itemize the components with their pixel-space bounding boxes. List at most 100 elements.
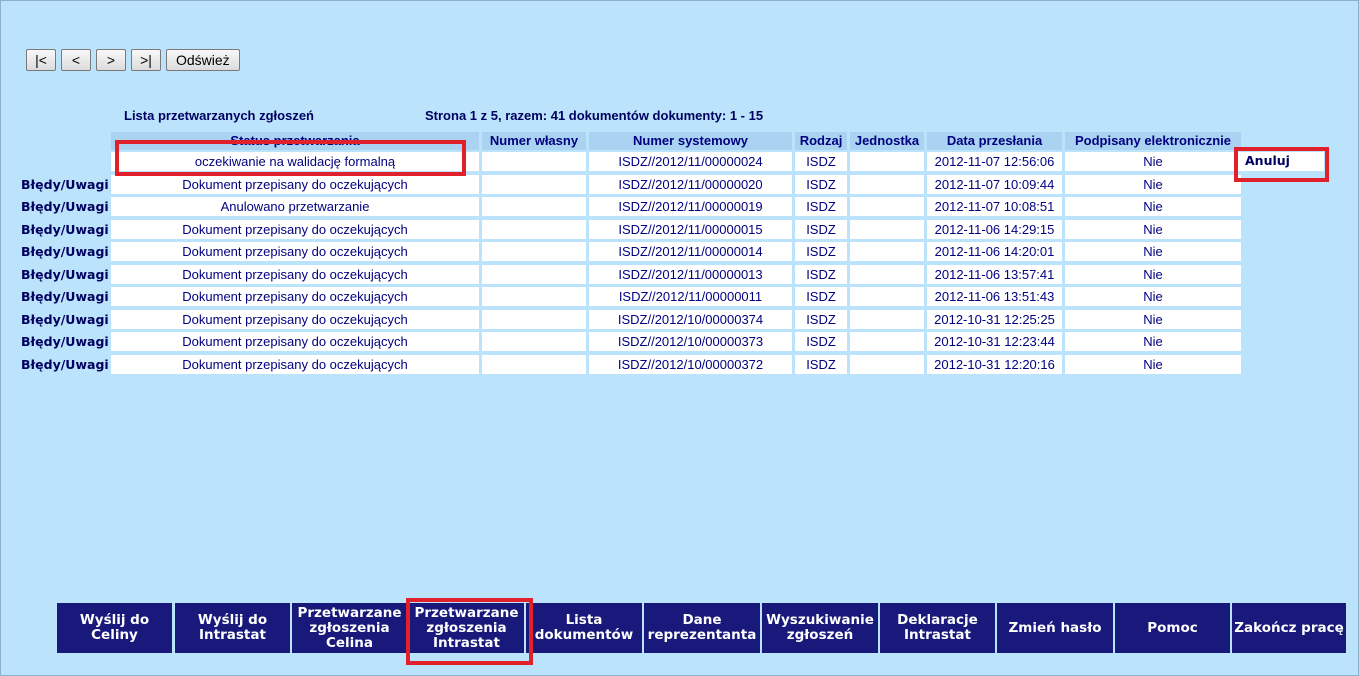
- processed-intrastat-button[interactable]: Przetwarzane zgłoszenia Intrastat: [409, 603, 524, 653]
- type-cell: ISDZ: [795, 242, 847, 261]
- cancel-link[interactable]: Anuluj: [1241, 152, 1324, 171]
- unit-cell: [850, 197, 924, 216]
- page-info: Strona 1 z 5, razem: 41 dokumentów dokum…: [425, 108, 764, 123]
- col-date: Data przesłania: [927, 132, 1062, 150]
- date-cell: 2012-10-31 12:25:25: [927, 310, 1062, 329]
- system-number-cell: ISDZ//2012/11/00000011: [589, 287, 792, 306]
- col-unit: Jednostka: [850, 132, 924, 150]
- unit-cell: [850, 175, 924, 194]
- status-cell: Dokument przepisany do oczekujących: [111, 332, 479, 351]
- date-cell: 2012-11-07 10:08:51: [927, 197, 1062, 216]
- date-cell: 2012-11-06 13:51:43: [927, 287, 1062, 306]
- table-row: oczekiwanie na walidację formalną ISDZ//2…: [1, 152, 1359, 171]
- first-page-button[interactable]: |<: [26, 49, 56, 71]
- errors-link[interactable]: Błędy/Uwagi: [21, 310, 111, 329]
- type-cell: ISDZ: [795, 287, 847, 306]
- next-page-button[interactable]: >: [96, 49, 126, 71]
- table-row: Błędy/Uwagi Dokument przepisany do oczeku…: [1, 242, 1359, 261]
- system-number-cell: ISDZ//2012/11/00000019: [589, 197, 792, 216]
- refresh-button[interactable]: Odśwież: [166, 49, 240, 71]
- system-number-cell: ISDZ//2012/10/00000372: [589, 355, 792, 374]
- col-own-number: Numer własny: [482, 132, 586, 150]
- errors-link[interactable]: Błędy/Uwagi: [21, 355, 111, 374]
- system-number-cell: ISDZ//2012/11/00000024: [589, 152, 792, 171]
- type-cell: ISDZ: [795, 152, 847, 171]
- pager: |< < > >| Odśwież: [26, 49, 240, 71]
- errors-link[interactable]: Błędy/Uwagi: [21, 287, 111, 306]
- unit-cell: [850, 220, 924, 239]
- unit-cell: [850, 287, 924, 306]
- signed-cell: Nie: [1065, 197, 1241, 216]
- own-number-cell: [482, 265, 586, 284]
- date-cell: 2012-11-06 13:57:41: [927, 265, 1062, 284]
- table-header: Status przetwarzania Numer własny Numer …: [1, 132, 1359, 151]
- unit-cell: [850, 355, 924, 374]
- table-row: Błędy/Uwagi Dokument przepisany do oczeku…: [1, 265, 1359, 284]
- col-signed: Podpisany elektronicznie: [1065, 132, 1241, 150]
- change-password-button[interactable]: Zmień hasło: [997, 603, 1113, 653]
- date-cell: 2012-11-07 10:09:44: [927, 175, 1062, 194]
- type-cell: ISDZ: [795, 197, 847, 216]
- list-title: Lista przetwarzanych zgłoszeń: [124, 108, 314, 123]
- own-number-cell: [482, 332, 586, 351]
- date-cell: 2012-11-07 12:56:06: [927, 152, 1062, 171]
- errors-link[interactable]: Błędy/Uwagi: [21, 220, 111, 239]
- status-cell: Dokument przepisany do oczekujących: [111, 220, 479, 239]
- unit-cell: [850, 152, 924, 171]
- unit-cell: [850, 242, 924, 261]
- own-number-cell: [482, 152, 586, 171]
- status-cell: Anulowano przetwarzanie: [111, 197, 479, 216]
- send-intrastat-button[interactable]: Wyślij do Intrastat: [175, 603, 290, 653]
- table-row: Błędy/Uwagi Dokument przepisany do oczeku…: [1, 332, 1359, 351]
- documents-list-button[interactable]: Lista dokumentów: [526, 603, 642, 653]
- own-number-cell: [482, 197, 586, 216]
- type-cell: ISDZ: [795, 175, 847, 194]
- logout-button[interactable]: Zakończ pracę: [1232, 603, 1346, 653]
- table-row: Błędy/Uwagi Anulowano przetwarzanie ISDZ//…: [1, 197, 1359, 216]
- own-number-cell: [482, 175, 586, 194]
- representative-data-button[interactable]: Dane reprezentanta: [644, 603, 760, 653]
- own-number-cell: [482, 310, 586, 329]
- signed-cell: Nie: [1065, 310, 1241, 329]
- col-system-number: Numer systemowy: [589, 132, 792, 150]
- type-cell: ISDZ: [795, 355, 847, 374]
- errors-link[interactable]: Błędy/Uwagi: [21, 332, 111, 351]
- own-number-cell: [482, 220, 586, 239]
- unit-cell: [850, 332, 924, 351]
- search-declarations-button[interactable]: Wyszukiwanie zgłoszeń: [762, 603, 878, 653]
- date-cell: 2012-11-06 14:20:01: [927, 242, 1062, 261]
- system-number-cell: ISDZ//2012/10/00000374: [589, 310, 792, 329]
- intrastat-declarations-button[interactable]: Deklaracje Intrastat: [880, 603, 995, 653]
- system-number-cell: ISDZ//2012/11/00000013: [589, 265, 792, 284]
- col-status: Status przetwarzania: [111, 132, 479, 150]
- own-number-cell: [482, 355, 586, 374]
- status-cell: Dokument przepisany do oczekujących: [111, 242, 479, 261]
- table-row: Błędy/Uwagi Dokument przepisany do oczeku…: [1, 220, 1359, 239]
- table-row: Błędy/Uwagi Dokument przepisany do oczeku…: [1, 310, 1359, 329]
- status-cell: Dokument przepisany do oczekujących: [111, 287, 479, 306]
- own-number-cell: [482, 242, 586, 261]
- signed-cell: Nie: [1065, 265, 1241, 284]
- signed-cell: Nie: [1065, 287, 1241, 306]
- errors-link[interactable]: Błędy/Uwagi: [21, 197, 111, 216]
- date-cell: 2012-10-31 12:20:16: [927, 355, 1062, 374]
- type-cell: ISDZ: [795, 265, 847, 284]
- system-number-cell: ISDZ//2012/11/00000015: [589, 220, 792, 239]
- errors-link[interactable]: Błędy/Uwagi: [21, 175, 111, 194]
- table-row: Błędy/Uwagi Dokument przepisany do oczeku…: [1, 175, 1359, 194]
- errors-link[interactable]: Błędy/Uwagi: [21, 265, 111, 284]
- last-page-button[interactable]: >|: [131, 49, 161, 71]
- prev-page-button[interactable]: <: [61, 49, 91, 71]
- signed-cell: Nie: [1065, 220, 1241, 239]
- errors-link[interactable]: Błędy/Uwagi: [21, 242, 111, 261]
- status-cell: Dokument przepisany do oczekujących: [111, 265, 479, 284]
- type-cell: ISDZ: [795, 220, 847, 239]
- help-button[interactable]: Pomoc: [1115, 603, 1230, 653]
- processed-celina-button[interactable]: Przetwarzane zgłoszenia Celina: [292, 603, 407, 653]
- system-number-cell: ISDZ//2012/11/00000020: [589, 175, 792, 194]
- status-cell: oczekiwanie na walidację formalną: [111, 152, 479, 171]
- date-cell: 2012-10-31 12:23:44: [927, 332, 1062, 351]
- send-celina-button[interactable]: Wyślij do Celiny: [57, 603, 172, 653]
- status-cell: Dokument przepisany do oczekujących: [111, 175, 479, 194]
- system-number-cell: ISDZ//2012/10/00000373: [589, 332, 792, 351]
